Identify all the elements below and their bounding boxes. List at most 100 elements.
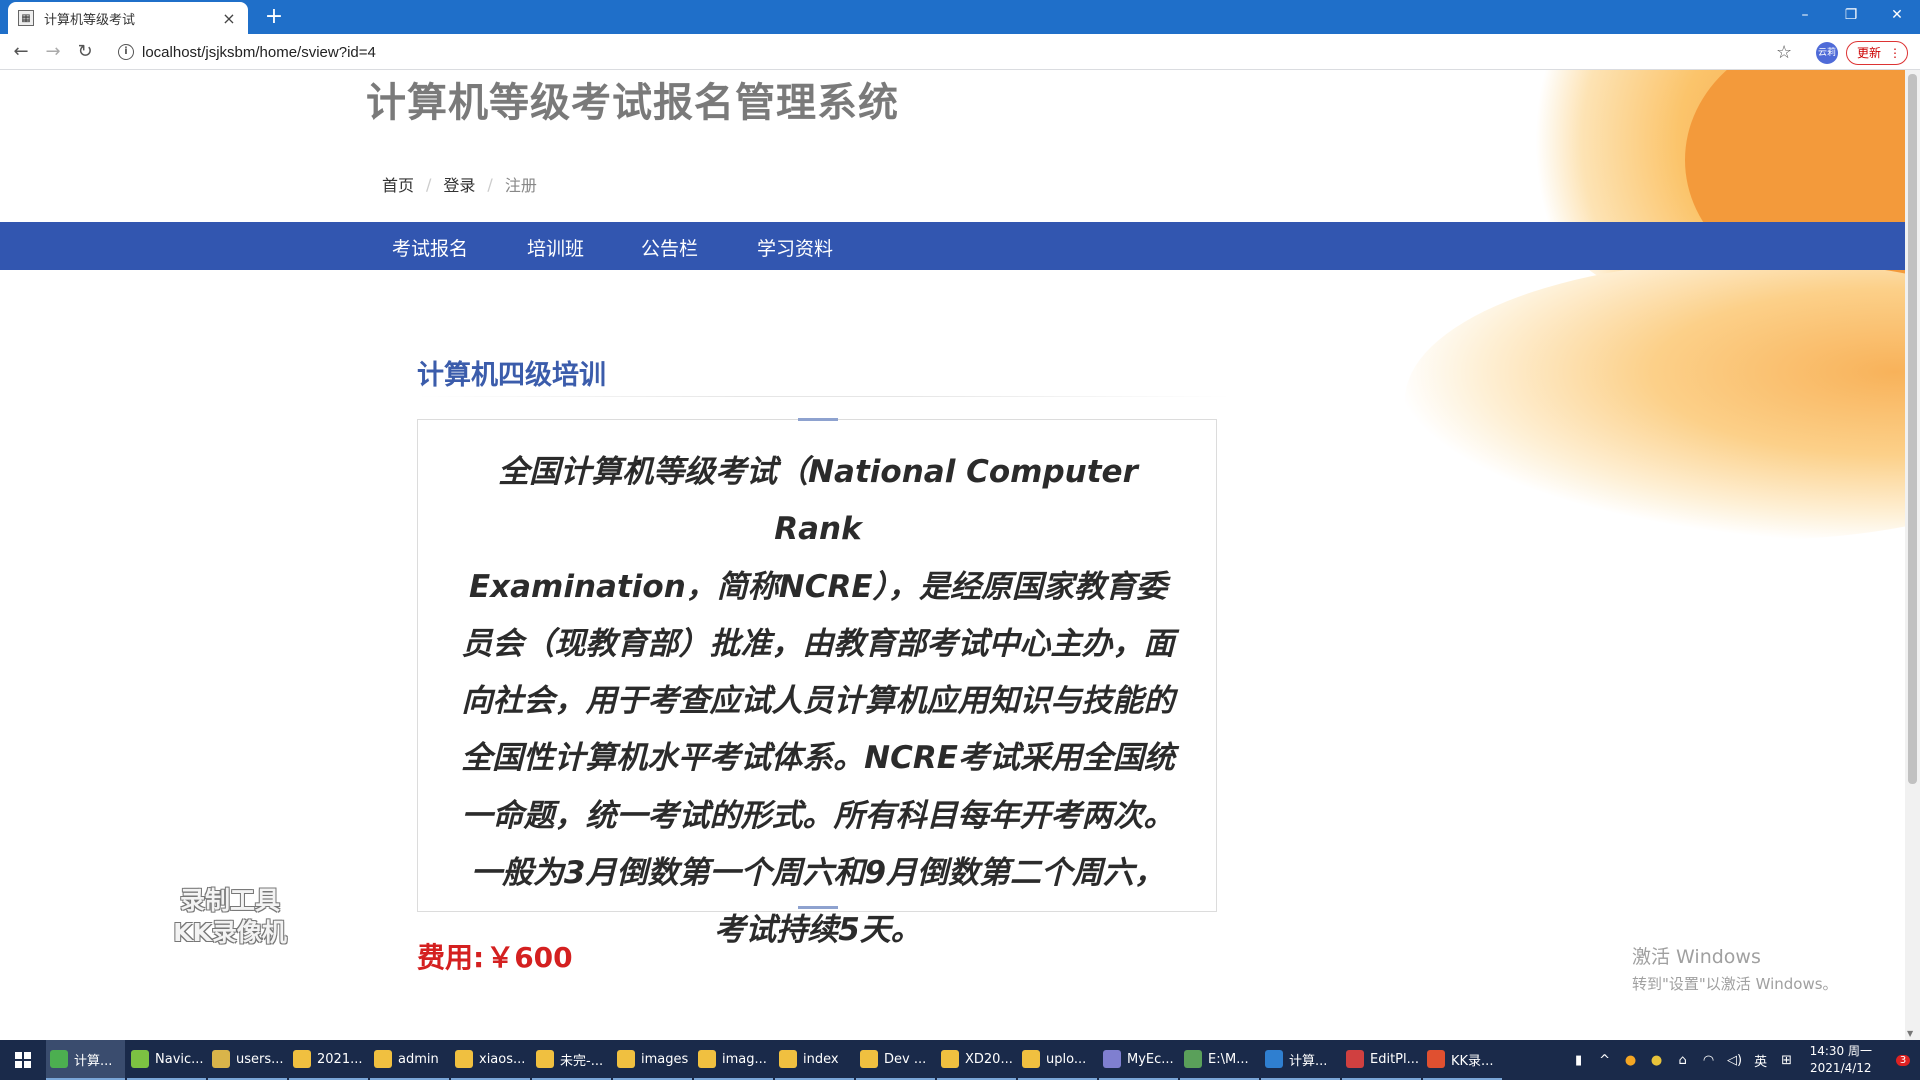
back-arrow-icon[interactable]: ←: [8, 40, 34, 64]
tray-app-icon[interactable]: ●: [1621, 1053, 1641, 1068]
article-line: 全国性计算机水平考试体系。NCRE考试采用全国统: [461, 740, 1175, 777]
breadcrumb-login[interactable]: 登录: [443, 172, 475, 196]
taskbar-item-label: 2021...: [317, 1051, 363, 1067]
taskbar-item[interactable]: E:\M...: [1180, 1040, 1259, 1080]
address-bar[interactable]: i localhost/jsjksbm/home/sview?id=4: [108, 38, 1798, 66]
taskbar-item-label: EditPl...: [1370, 1051, 1420, 1067]
taskbar-item-label: XD20...: [965, 1051, 1013, 1067]
taskbar-app-icon: [779, 1050, 797, 1068]
close-window-button[interactable]: ✕: [1874, 0, 1920, 30]
taskbar-item[interactable]: imag...: [694, 1040, 773, 1080]
windows-taskbar: 计算... Navic... users... 2021... admin xiaos..…: [0, 1040, 1920, 1080]
taskbar-item-label: 计算...: [1289, 1053, 1328, 1069]
volume-icon[interactable]: ◁): [1725, 1053, 1745, 1068]
scrollbar-thumb[interactable]: [1908, 74, 1917, 784]
activate-windows-hint: 转到"设置"以激活 Windows。: [1632, 975, 1838, 993]
scroll-down-icon[interactable]: ▼: [1907, 1029, 1913, 1038]
browser-tab[interactable]: ▦ 计算机等级考试 ×: [8, 2, 248, 34]
taskbar-item-label: uplo...: [1046, 1051, 1087, 1067]
menu-dots-icon[interactable]: ⋮: [1889, 42, 1901, 64]
taskbar-item[interactable]: images: [613, 1040, 692, 1080]
breadcrumb: 首页 / 登录 / 注册: [382, 172, 537, 196]
taskbar-item[interactable]: 计算...: [1261, 1040, 1340, 1080]
wifi-icon[interactable]: ◠: [1699, 1053, 1719, 1068]
browser-toolbar: ← → ↻ i localhost/jsjksbm/home/sview?id=…: [0, 34, 1920, 70]
new-tab-button[interactable]: +: [260, 4, 288, 30]
forward-arrow-icon[interactable]: →: [40, 40, 66, 64]
breadcrumb-home[interactable]: 首页: [382, 172, 414, 196]
start-button[interactable]: [0, 1040, 46, 1080]
taskbar-app-icon: [1427, 1050, 1445, 1068]
title-divider: [417, 396, 1231, 397]
taskbar-app-icon: [617, 1050, 635, 1068]
mouse-cursor-icon: ➚: [628, 452, 645, 476]
system-tray: ▮ ^ ● ● ⌂ ◠ ◁) 英 ⊞ 14:30 周一 2021/4/12 3: [1566, 1040, 1920, 1080]
taskbar-app-icon: [293, 1050, 311, 1068]
activate-windows-title: 激活 Windows: [1632, 946, 1761, 968]
network-icon[interactable]: ⌂: [1673, 1053, 1693, 1068]
clock-date: 2021/4/12: [1810, 1061, 1872, 1075]
url-text[interactable]: localhost/jsjksbm/home/sview?id=4: [142, 44, 376, 61]
main-nav: 考试报名 培训班 公告栏 学习资料: [0, 222, 1905, 270]
breadcrumb-separator: /: [426, 174, 432, 194]
taskbar-item[interactable]: uplo...: [1018, 1040, 1097, 1080]
taskbar-item[interactable]: 未完-...: [532, 1040, 611, 1080]
keyboard-layout-icon[interactable]: ⊞: [1777, 1053, 1797, 1068]
taskbar-app-icon: [1346, 1050, 1364, 1068]
recorder-watermark-line: 录制工具: [179, 886, 280, 915]
input-method-indicator[interactable]: 英: [1751, 1051, 1771, 1070]
profile-avatar[interactable]: 云莉: [1816, 42, 1838, 64]
taskbar-item[interactable]: Navic...: [127, 1040, 206, 1080]
taskbar-item[interactable]: index: [775, 1040, 854, 1080]
taskbar-item[interactable]: Dev ...: [856, 1040, 935, 1080]
clock-time: 14:30 周一: [1809, 1044, 1872, 1058]
taskbar-item[interactable]: admin: [370, 1040, 449, 1080]
taskbar-app-icon: [455, 1050, 473, 1068]
article-body: 全国计算机等级考试（National Computer Rank Examina…: [454, 444, 1182, 960]
nav-bulletin[interactable]: 公告栏: [641, 234, 698, 261]
taskbar-item-label: 计算...: [74, 1053, 113, 1069]
taskbar-item[interactable]: 2021...: [289, 1040, 368, 1080]
taskbar-item[interactable]: KK录...: [1423, 1040, 1502, 1080]
page-favicon-icon: ▦: [18, 10, 34, 26]
taskbar-item[interactable]: xiaos...: [451, 1040, 530, 1080]
tray-app-icon[interactable]: ●: [1647, 1053, 1667, 1068]
taskbar-item[interactable]: 计算...: [46, 1040, 125, 1080]
fee-value: ￥600: [486, 941, 573, 974]
tab-close-icon[interactable]: ×: [220, 9, 238, 28]
taskbar-item-label: KK录...: [1451, 1053, 1494, 1069]
clock[interactable]: 14:30 周一 2021/4/12: [1810, 1043, 1872, 1077]
taskbar-app-icon: [374, 1050, 392, 1068]
taskbar-app-icon: [698, 1050, 716, 1068]
nav-study-materials[interactable]: 学习资料: [757, 234, 833, 261]
bookmark-star-icon[interactable]: ☆: [1776, 42, 1792, 63]
taskbar-item[interactable]: XD20...: [937, 1040, 1016, 1080]
breadcrumb-separator: /: [487, 174, 493, 194]
nav-exam-registration[interactable]: 考试报名: [392, 234, 468, 261]
reload-icon[interactable]: ↻: [72, 40, 98, 64]
taskbar-item-label: index: [803, 1051, 839, 1067]
browser-titlebar: ▦ 计算机等级考试 × + – ❐ ✕: [0, 0, 1920, 34]
fee-label: 费用:: [417, 941, 485, 974]
taskbar-item[interactable]: users...: [208, 1040, 287, 1080]
taskbar-app-icon: [212, 1050, 230, 1068]
taskbar-item[interactable]: EditPl...: [1342, 1040, 1421, 1080]
nav-training[interactable]: 培训班: [527, 234, 584, 261]
breadcrumb-register[interactable]: 注册: [505, 172, 537, 196]
taskbar-item[interactable]: MyEc...: [1099, 1040, 1178, 1080]
taskbar-item-label: admin: [398, 1051, 439, 1067]
taskbar-app-icon: [860, 1050, 878, 1068]
article-line: 一命题，统一考试的形式。所有科目每年开考两次。: [461, 797, 1175, 834]
minimize-button[interactable]: –: [1782, 0, 1828, 30]
show-hidden-icons-icon[interactable]: ^: [1595, 1053, 1615, 1068]
page-scrollbar[interactable]: ▼: [1905, 70, 1920, 1040]
taskbar-app-icon: [1022, 1050, 1040, 1068]
site-info-icon[interactable]: i: [118, 44, 134, 60]
restore-button[interactable]: ❐: [1828, 0, 1874, 30]
update-button[interactable]: 更新 ⋮: [1846, 41, 1908, 65]
notification-center-icon[interactable]: 3: [1886, 1040, 1920, 1080]
taskbar-item-label: 未完-...: [560, 1053, 604, 1069]
battery-icon[interactable]: ▮: [1569, 1053, 1589, 1068]
taskbar-app-icon: [1184, 1050, 1202, 1068]
taskbar-app-icon: [536, 1050, 554, 1068]
